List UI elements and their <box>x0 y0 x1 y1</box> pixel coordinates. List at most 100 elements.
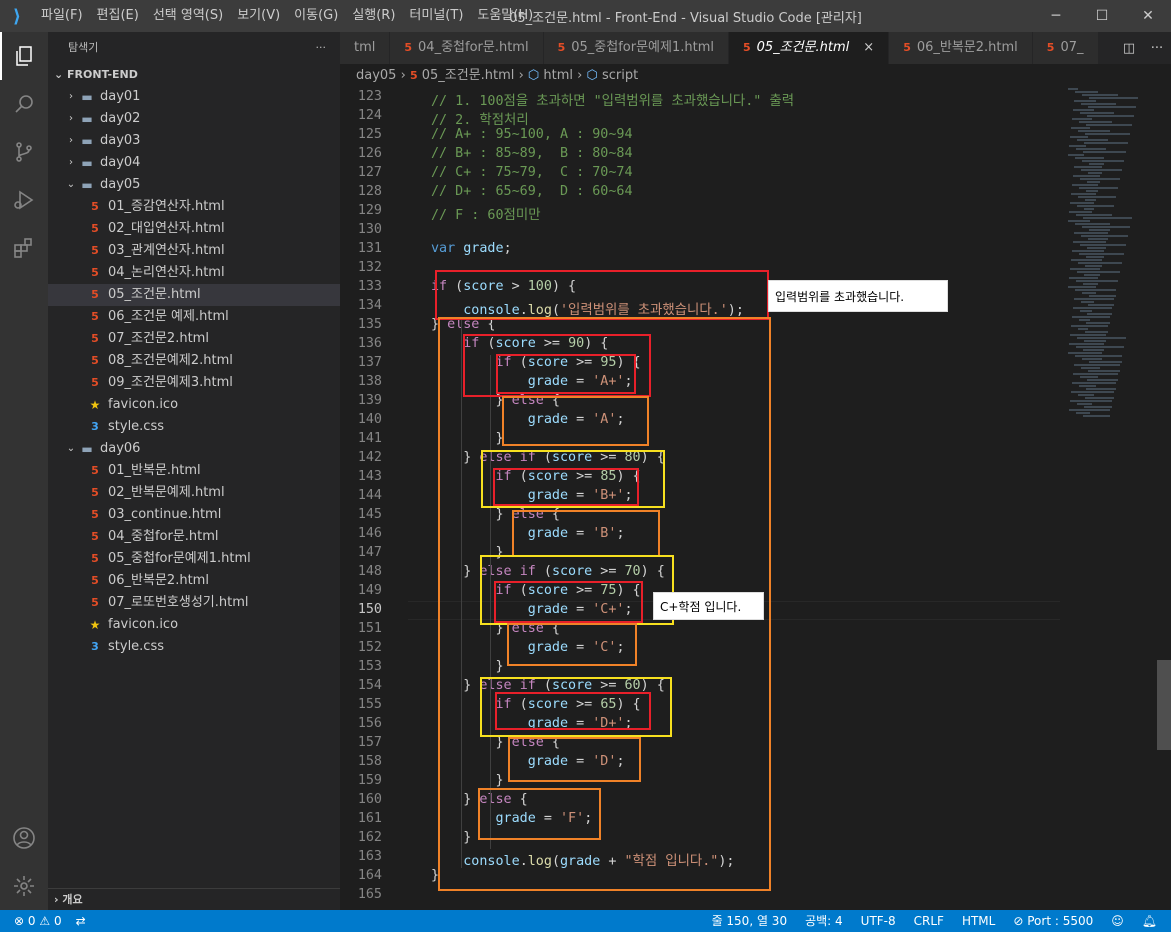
file-item[interactable]: 3 style.css <box>48 416 340 438</box>
menu-item[interactable]: 선택 영역(S) <box>146 0 230 32</box>
file-item[interactable]: 3 style.css <box>48 636 340 658</box>
editor-tab[interactable]: 5 07_ <box>1032 32 1099 64</box>
code-line[interactable]: // 1. 100점을 초과하면 "입력범위를 초과했습니다." 출력 <box>431 89 794 109</box>
minimap-line <box>1077 139 1108 141</box>
more-actions-icon[interactable]: ··· <box>1151 41 1163 56</box>
file-item[interactable]: 5 06_반복문2.html <box>48 570 340 592</box>
folder-item[interactable]: › ▬ day01 <box>48 86 340 108</box>
minimap-line <box>1084 274 1100 276</box>
more-actions-icon[interactable]: ··· <box>316 32 327 64</box>
file-item[interactable]: ★ favicon.ico <box>48 614 340 636</box>
account-icon[interactable] <box>0 814 48 862</box>
code-line[interactable]: // F : 60점미만 <box>431 203 541 223</box>
error-icon: ⊗ <box>14 914 25 928</box>
code-line[interactable]: var grade; <box>431 241 512 256</box>
file-item[interactable]: 5 06_조건문 예제.html <box>48 306 340 328</box>
vertical-scrollbar[interactable] <box>1157 88 1171 910</box>
folder-item[interactable]: ⌄ ▬ day06 <box>48 438 340 460</box>
breadcrumb-script[interactable]: script <box>602 68 638 83</box>
file-item[interactable]: 5 03_관계연산자.html <box>48 240 340 262</box>
cursor-position[interactable]: 줄 150, 열 30 <box>712 910 788 932</box>
menu-item[interactable]: 편집(E) <box>90 0 146 32</box>
minimap-line <box>1069 145 1086 147</box>
folder-item[interactable]: › ▬ day02 <box>48 108 340 130</box>
explorer-sidebar: 탐색기 ··· ⌄ FRONT-END › ▬ day01 › ▬ day02 › ▬ day0… <box>48 32 340 910</box>
breadcrumb-file[interactable]: 05_조건문.html <box>422 68 515 83</box>
minimap-line <box>1072 118 1092 120</box>
problems-indicator[interactable]: ⊗ 0 ⚠ 0 <box>14 910 62 932</box>
file-item[interactable]: 5 01_반복문.html <box>48 460 340 482</box>
file-item[interactable]: 5 08_조건문예제2.html <box>48 350 340 372</box>
end-of-line[interactable]: CRLF <box>914 910 944 932</box>
line-number: 146 <box>357 526 382 541</box>
line-number: 153 <box>357 659 382 674</box>
folder-item[interactable]: › ▬ day03 <box>48 130 340 152</box>
search-icon[interactable] <box>0 80 48 128</box>
source-control-icon[interactable] <box>0 128 48 176</box>
editor-tab[interactable]: 5 05_중첩for문예제1.html <box>543 32 729 64</box>
code-line[interactable]: // D+ : 65~69, D : 60~64 <box>431 184 633 199</box>
editor-tab[interactable]: 5 05_조건문.html × <box>728 32 890 64</box>
file-item[interactable]: 5 05_조건문.html <box>48 284 340 306</box>
file-item[interactable]: ★ favicon.ico <box>48 394 340 416</box>
run-debug-icon[interactable] <box>0 176 48 224</box>
close-icon[interactable]: × <box>863 32 874 64</box>
code-line[interactable]: // B+ : 85~89, B : 80~84 <box>431 146 633 161</box>
language-mode[interactable]: HTML <box>962 910 995 932</box>
editor-tab[interactable]: tml <box>340 32 391 64</box>
file-item[interactable]: 5 07_로또번호생성기.html <box>48 592 340 614</box>
encoding[interactable]: UTF-8 <box>861 910 896 932</box>
feedback-icon[interactable]: ☺ <box>1111 910 1124 932</box>
breadcrumb-html[interactable]: html <box>543 68 573 83</box>
code-editor[interactable]: 123 // 1. 100점을 초과하면 "입력범위를 초과했습니다." 출력 12… <box>340 88 1060 910</box>
editor-tab[interactable]: 5 06_반복문2.html <box>889 32 1033 64</box>
tree-item-label: day05 <box>100 177 141 192</box>
menu-item[interactable]: 도움말(H) <box>470 0 540 32</box>
file-item[interactable]: 5 02_대입연산자.html <box>48 218 340 240</box>
folder-item[interactable]: › ▬ day04 <box>48 152 340 174</box>
split-editor-icon[interactable]: ◫ <box>1123 41 1135 56</box>
editor-tab[interactable]: 5 04_중첩for문.html <box>390 32 544 64</box>
menu-item[interactable]: 파일(F) <box>34 0 90 32</box>
file-item[interactable]: 5 07_조건문2.html <box>48 328 340 350</box>
file-item[interactable]: 5 01_증감연산자.html <box>48 196 340 218</box>
line-number: 157 <box>357 735 382 750</box>
workspace-section[interactable]: ⌄ FRONT-END <box>48 64 340 86</box>
minimap-line <box>1081 169 1122 171</box>
maximize-icon[interactable]: ☐ <box>1079 0 1125 32</box>
html-file-icon: 5 <box>91 596 99 609</box>
code-line[interactable]: // C+ : 75~79, C : 70~74 <box>431 165 633 180</box>
indentation[interactable]: 공백: 4 <box>805 910 843 932</box>
explorer-icon[interactable] <box>0 32 48 80</box>
menu-item[interactable]: 터미널(T) <box>402 0 470 32</box>
minimap[interactable] <box>1060 88 1157 910</box>
html-file-icon: 5 <box>91 354 99 367</box>
file-item[interactable]: 5 09_조건문예제3.html <box>48 372 340 394</box>
menu-item[interactable]: 실행(R) <box>345 0 402 32</box>
file-item[interactable]: 5 05_중첩for문예제1.html <box>48 548 340 570</box>
folder-item[interactable]: ⌄ ▬ day05 <box>48 174 340 196</box>
tree-item-label: 06_반복문2.html <box>108 573 209 588</box>
live-share-icon[interactable]: ⇄ <box>76 910 86 932</box>
minimap-line <box>1077 205 1114 207</box>
file-item[interactable]: 5 04_중첩for문.html <box>48 526 340 548</box>
breadcrumb-folder[interactable]: day05 <box>356 68 396 83</box>
menu-item[interactable]: 이동(G) <box>287 0 345 32</box>
close-icon[interactable]: ✕ <box>1125 0 1171 32</box>
outline-section[interactable]: › 개요 <box>48 888 340 910</box>
minimap-line <box>1085 397 1114 399</box>
menu-item[interactable]: 보기(V) <box>230 0 287 32</box>
file-item[interactable]: 5 04_논리연산자.html <box>48 262 340 284</box>
extensions-icon[interactable] <box>0 224 48 272</box>
file-item[interactable]: 5 03_continue.html <box>48 504 340 526</box>
settings-gear-icon[interactable] <box>0 862 48 910</box>
notifications-bell-icon[interactable]: 🔔︎ <box>1142 910 1157 932</box>
live-server-port[interactable]: ⊘ Port : 5500 <box>1013 910 1093 932</box>
file-item[interactable]: 5 02_반복문예제.html <box>48 482 340 504</box>
scrollbar-thumb[interactable] <box>1157 660 1171 750</box>
code-line[interactable]: // 2. 학점처리 <box>431 108 529 128</box>
line-number: 123 <box>357 89 382 104</box>
html-file-icon: 5 <box>409 69 418 82</box>
minimize-icon[interactable]: ─ <box>1033 0 1079 32</box>
code-line[interactable]: // A+ : 95~100, A : 90~94 <box>431 127 633 142</box>
